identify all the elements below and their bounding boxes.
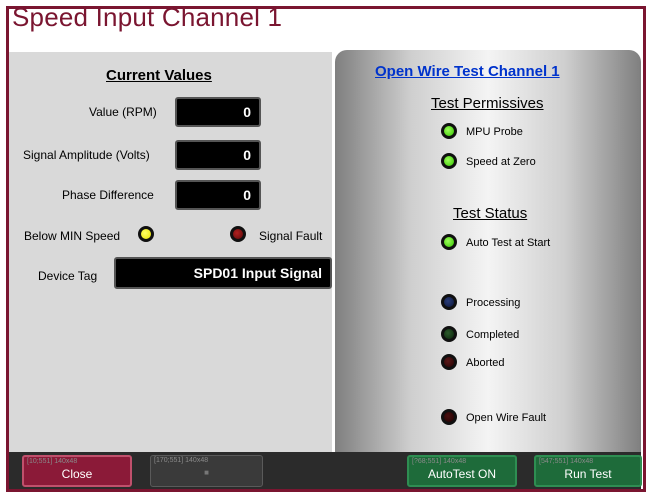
close-button-debug: [10;551] 140x48 xyxy=(27,458,78,465)
empty-slot-button[interactable]: [170;551] 140x48 ■ xyxy=(150,455,263,487)
open-wire-fault-label: Open Wire Fault xyxy=(466,412,547,424)
speed-at-zero-label: Speed at Zero xyxy=(466,156,536,168)
value-rpm-label: Value (RPM) xyxy=(89,105,157,119)
mpu-probe-indicator xyxy=(441,123,457,139)
current-values-header: Current Values xyxy=(106,67,212,84)
auto-test-at-start-label: Auto Test at Start xyxy=(466,237,551,249)
device-tag-label: Device Tag xyxy=(38,269,98,283)
page-title: Speed Input Channel 1 xyxy=(12,2,283,32)
signal-fault-label: Signal Fault xyxy=(259,229,323,243)
empty-slot-debug: [170;551] 140x48 xyxy=(154,457,209,464)
run-test-button[interactable]: [547;551] 140x48 Run Test xyxy=(534,455,642,487)
completed-indicator xyxy=(441,326,457,342)
empty-slot-label: ■ xyxy=(204,468,209,477)
aborted-label: Aborted xyxy=(466,357,505,369)
current-values-panel xyxy=(9,52,332,452)
close-button-label: Close xyxy=(61,467,93,481)
phase-difference-display: 0 xyxy=(175,180,261,210)
run-test-label: Run Test xyxy=(564,467,612,481)
speed-at-zero-indicator xyxy=(441,153,457,169)
signal-amplitude-label: Signal Amplitude (Volts) xyxy=(23,148,150,162)
completed-label: Completed xyxy=(466,329,520,341)
auto-test-on-debug: [?68;551] 140x48 xyxy=(412,458,467,465)
test-status-header: Test Status xyxy=(453,205,528,222)
open-wire-fault-indicator xyxy=(441,409,457,425)
auto-test-on-label: AutoTest ON xyxy=(427,467,497,481)
signal-amplitude-display: 0 xyxy=(175,140,261,170)
processing-label: Processing xyxy=(466,297,521,309)
signal-fault-indicator xyxy=(230,226,246,242)
mpu-probe-label: MPU Probe xyxy=(466,126,523,138)
below-min-speed-indicator xyxy=(138,226,154,242)
auto-test-on-button[interactable]: [?68;551] 140x48 AutoTest ON xyxy=(407,455,517,487)
processing-indicator xyxy=(441,294,457,310)
open-wire-test-title[interactable]: Open Wire Test Channel 1 xyxy=(375,63,560,80)
test-permissives-header: Test Permissives xyxy=(431,95,544,112)
aborted-indicator xyxy=(441,354,457,370)
close-button[interactable]: [10;551] 140x48 Close xyxy=(22,455,132,487)
auto-test-at-start-indicator xyxy=(441,234,457,250)
run-test-debug: [547;551] 140x48 xyxy=(539,458,594,465)
phase-difference-label: Phase Difference xyxy=(62,188,154,202)
value-rpm-display: 0 xyxy=(175,97,261,127)
device-tag-display: SPD01 Input Signal xyxy=(114,257,332,289)
below-min-speed-label: Below MIN Speed xyxy=(24,229,121,243)
